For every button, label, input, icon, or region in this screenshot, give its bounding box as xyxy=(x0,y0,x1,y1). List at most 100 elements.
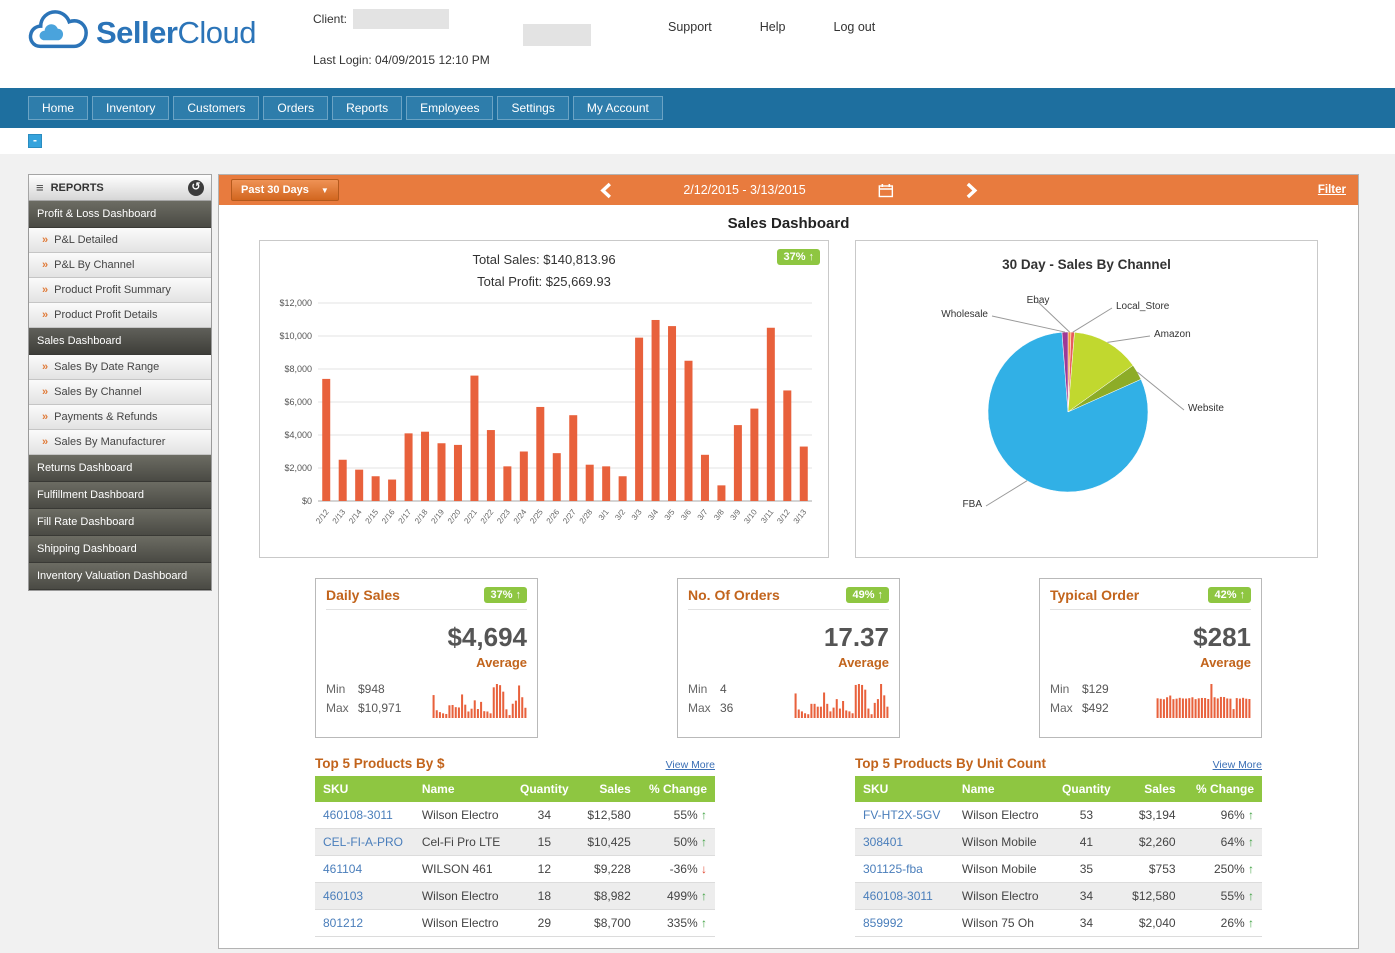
column-header-sales: Sales xyxy=(1121,776,1184,802)
tab-reports[interactable]: Reports xyxy=(332,96,402,120)
content-area: ≡ REPORTS ↺ Profit & Loss Dashboard»P&L … xyxy=(0,154,1395,949)
sidebar-item-p-l-by-channel[interactable]: »P&L By Channel xyxy=(29,253,211,278)
svg-text:2/19: 2/19 xyxy=(429,507,446,525)
card-header: Daily Sales37%↑ xyxy=(326,587,527,610)
up-arrow-icon: ↑ xyxy=(1240,589,1246,601)
sku-link[interactable]: 461104 xyxy=(315,856,414,883)
up-arrow-icon: ↑ xyxy=(1248,889,1254,903)
date-range-dropdown[interactable]: Past 30 Days ▼ xyxy=(231,179,339,201)
tab-my-account[interactable]: My Account xyxy=(573,96,663,120)
svg-text:Local_Store: Local_Store xyxy=(1116,301,1170,312)
card-title: Typical Order xyxy=(1050,587,1139,603)
support-link[interactable]: Support xyxy=(668,20,712,34)
sidebar-item-label: Inventory Valuation Dashboard xyxy=(37,570,187,582)
max-row: Max$492 xyxy=(1050,699,1109,718)
card-average-label: Average xyxy=(326,655,527,670)
sku-link[interactable]: 308401 xyxy=(855,829,954,856)
svg-text:$10,000: $10,000 xyxy=(279,331,312,341)
sidebar-item-p-l-detailed[interactable]: »P&L Detailed xyxy=(29,228,211,253)
svg-text:Website: Website xyxy=(1188,403,1224,414)
change-value: 55% xyxy=(1221,889,1248,903)
tab-employees[interactable]: Employees xyxy=(406,96,493,120)
svg-text:2/23: 2/23 xyxy=(495,507,512,525)
sidebar-header: ≡ REPORTS ↺ xyxy=(28,174,212,201)
sales-by-channel-panel: 30 Day - Sales By Channel EbayLocal_Stor… xyxy=(855,240,1318,558)
sku-link[interactable]: FV-HT2X-5GV xyxy=(855,802,954,829)
max-row: Max36 xyxy=(688,699,733,718)
svg-text:$4,000: $4,000 xyxy=(284,430,312,440)
down-arrow-icon: ↓ xyxy=(701,862,707,876)
minimize-panel-button[interactable]: - xyxy=(28,134,42,148)
table-row: 301125-fbaWilson Mobile35$753250% ↑ xyxy=(855,856,1262,883)
max-label: Max xyxy=(688,699,720,718)
svg-text:FBA: FBA xyxy=(963,499,983,510)
tab-customers[interactable]: Customers xyxy=(173,96,259,120)
quantity-cell: 35 xyxy=(1052,856,1121,883)
help-link[interactable]: Help xyxy=(760,20,786,34)
product-name-cell: Wilson Electro xyxy=(954,883,1052,910)
sku-link[interactable]: 460108-3011 xyxy=(315,802,414,829)
badge-value: 49% xyxy=(852,589,874,601)
reports-sidebar: ≡ REPORTS ↺ Profit & Loss Dashboard»P&L … xyxy=(28,174,212,591)
svg-text:2/22: 2/22 xyxy=(479,507,496,525)
next-period-arrow[interactable] xyxy=(966,182,978,199)
sidebar-item-returns-dashboard[interactable]: Returns Dashboard xyxy=(29,455,211,482)
sidebar-item-label: Fulfillment Dashboard xyxy=(37,489,144,501)
table-row: 801212Wilson Electro29$8,700335% ↑ xyxy=(315,910,715,937)
tab-inventory[interactable]: Inventory xyxy=(92,96,169,120)
column-header-sales: Sales xyxy=(578,776,639,802)
filter-link[interactable]: Filter xyxy=(1318,184,1346,196)
sellercloud-logo[interactable]: SellerCloud xyxy=(26,8,256,57)
change-cell: 55% ↑ xyxy=(1184,883,1262,910)
view-more-link[interactable]: View More xyxy=(1213,759,1262,771)
svg-text:3/2: 3/2 xyxy=(613,507,627,522)
sales-cell: $753 xyxy=(1121,856,1184,883)
table-head: SKUNameQuantitySales% Change xyxy=(315,776,715,802)
sku-link[interactable]: 460108-3011 xyxy=(855,883,954,910)
sidebar-item-payments-refunds[interactable]: »Payments & Refunds xyxy=(29,405,211,430)
sales-cell: $3,194 xyxy=(1121,802,1184,829)
sku-link[interactable]: 801212 xyxy=(315,910,414,937)
sku-link[interactable]: 301125-fba xyxy=(855,856,954,883)
sidebar-item-profit-loss-dashboard[interactable]: Profit & Loss Dashboard xyxy=(29,201,211,228)
collapse-sidebar-icon[interactable]: ↺ xyxy=(188,180,204,196)
svg-text:$2,000: $2,000 xyxy=(284,463,312,473)
sidebar-item-shipping-dashboard[interactable]: Shipping Dashboard xyxy=(29,536,211,563)
logo-text: SellerCloud xyxy=(96,15,256,51)
sidebar-item-fulfillment-dashboard[interactable]: Fulfillment Dashboard xyxy=(29,482,211,509)
change-cell: 250% ↑ xyxy=(1184,856,1262,883)
svg-text:3/10: 3/10 xyxy=(742,507,759,525)
header-links: Support Help Log out xyxy=(668,20,875,34)
max-row: Max$10,971 xyxy=(326,699,401,718)
bullet-icon: » xyxy=(42,309,48,321)
sku-link[interactable]: 460103 xyxy=(315,883,414,910)
card-title: No. Of Orders xyxy=(688,587,780,603)
sku-link[interactable]: CEL-FI-A-PRO xyxy=(315,829,414,856)
sidebar-item-sales-by-manufacturer[interactable]: »Sales By Manufacturer xyxy=(29,430,211,455)
sidebar-item-product-profit-summary[interactable]: »Product Profit Summary xyxy=(29,278,211,303)
tab-orders[interactable]: Orders xyxy=(263,96,328,120)
sidebar-item-sales-by-date-range[interactable]: »Sales By Date Range xyxy=(29,355,211,380)
previous-period-arrow[interactable] xyxy=(599,182,611,199)
tab-settings[interactable]: Settings xyxy=(497,96,568,120)
svg-text:2/13: 2/13 xyxy=(331,507,348,525)
column-header-sku: SKU xyxy=(855,776,954,802)
min-value: 4 xyxy=(720,680,733,699)
sku-link[interactable]: 859992 xyxy=(855,910,954,937)
calendar-icon[interactable] xyxy=(878,183,894,198)
change-cell: 55% ↑ xyxy=(639,802,715,829)
svg-text:3/1: 3/1 xyxy=(597,507,611,522)
sales-by-channel-pie-chart: EbayLocal_StoreAmazonWebsiteFBAWholesale xyxy=(856,272,1296,534)
total-sales-panel: 37% ↑ Total Sales: $140,813.96 Total Pro… xyxy=(259,240,829,558)
sidebar-item-product-profit-details[interactable]: »Product Profit Details xyxy=(29,303,211,328)
sidebar-item-fill-rate-dashboard[interactable]: Fill Rate Dashboard xyxy=(29,509,211,536)
sidebar-item-label: Returns Dashboard xyxy=(37,462,132,474)
view-more-link[interactable]: View More xyxy=(666,759,715,771)
sidebar-item-sales-by-channel[interactable]: »Sales By Channel xyxy=(29,380,211,405)
sidebar-item-inventory-valuation-dashboard[interactable]: Inventory Valuation Dashboard xyxy=(29,563,211,590)
badge-value: 42% xyxy=(1214,589,1236,601)
tab-home[interactable]: Home xyxy=(28,96,88,120)
sidebar-item-sales-dashboard[interactable]: Sales Dashboard xyxy=(29,328,211,355)
logout-link[interactable]: Log out xyxy=(834,20,876,34)
table-title-row: Top 5 Products By $View More xyxy=(315,756,715,771)
